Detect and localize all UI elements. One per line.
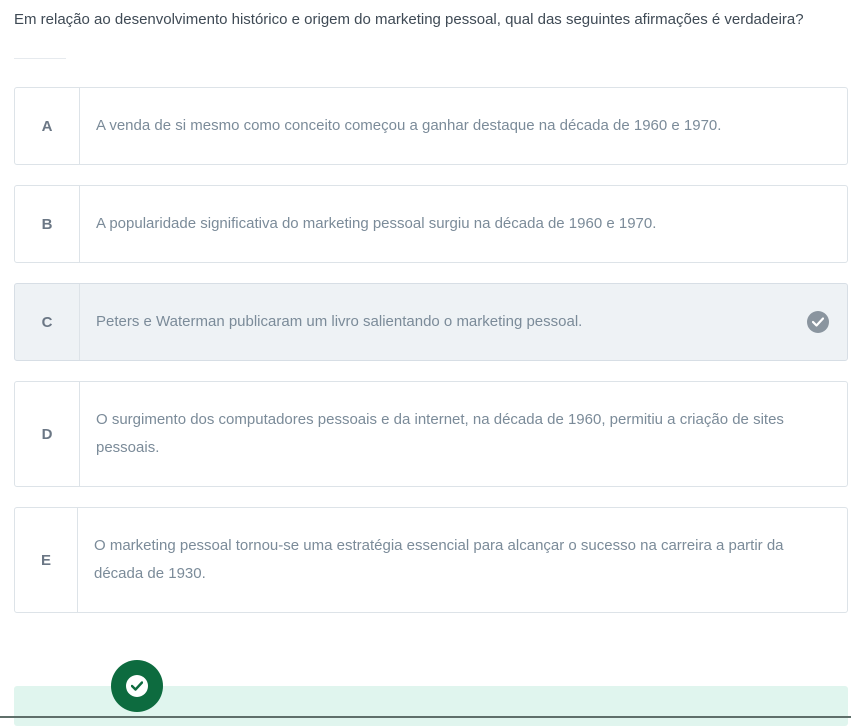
- option-text: O marketing pessoal tornou-se uma estrat…: [94, 537, 784, 582]
- question-divider: [14, 58, 66, 59]
- option-d[interactable]: D O surgimento dos computadores pessoais…: [14, 381, 848, 487]
- option-letter: B: [15, 186, 80, 262]
- option-letter: A: [15, 88, 80, 164]
- option-text: O surgimento dos computadores pessoais e…: [96, 411, 784, 456]
- option-a[interactable]: A A venda de si mesmo como conceito come…: [14, 87, 848, 165]
- success-check-icon: [111, 660, 163, 712]
- option-b[interactable]: B A popularidade significativa do market…: [14, 185, 848, 263]
- check-circle-icon: [807, 311, 829, 333]
- option-letter: C: [15, 284, 80, 360]
- option-e[interactable]: E O marketing pessoal tornou-se uma estr…: [14, 507, 848, 613]
- option-letter: D: [15, 382, 80, 486]
- question-text: Em relação ao desenvolvimento histórico …: [14, 11, 804, 28]
- option-text: Peters e Waterman publicaram um livro sa…: [96, 313, 583, 330]
- option-text: A popularidade significativa do marketin…: [96, 215, 657, 232]
- option-text: A venda de si mesmo como conceito começo…: [96, 117, 722, 134]
- option-letter: E: [15, 508, 78, 612]
- option-c[interactable]: C Peters e Waterman publicaram um livro …: [14, 283, 848, 361]
